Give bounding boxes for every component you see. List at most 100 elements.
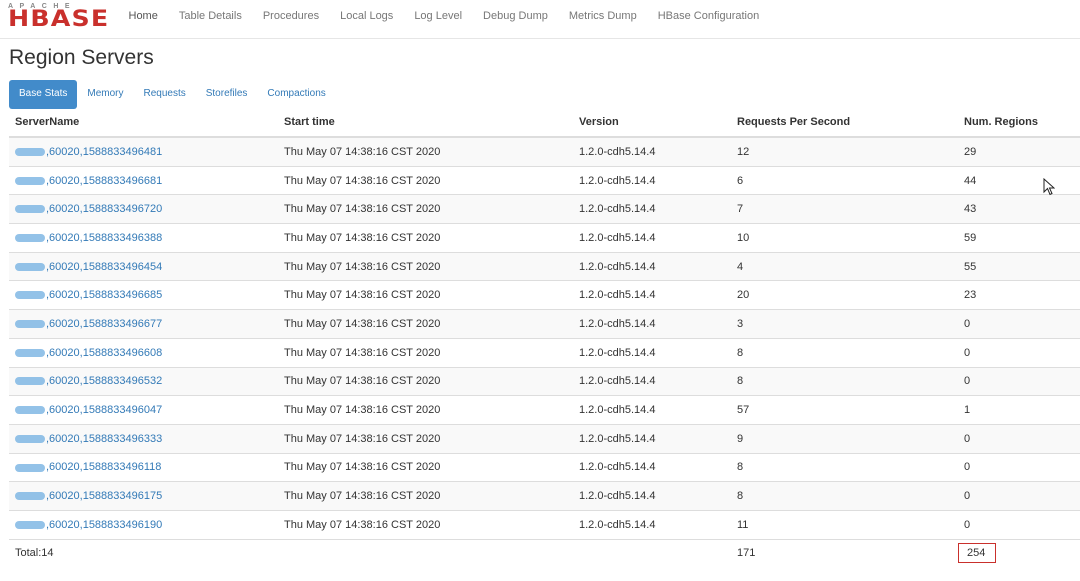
server-name-cell: ,60020,1588833496118: [9, 452, 278, 482]
num-regions-cell: 29: [958, 136, 1080, 167]
server-name-link[interactable]: ,60020,1588833496608: [15, 347, 162, 359]
server-name-cell: ,60020,1588833496608: [9, 337, 278, 367]
redacted-host-mask: [15, 377, 45, 386]
redacted-host-mask: [15, 434, 45, 443]
start-time-cell: Thu May 07 14:38:16 CST 2020: [278, 280, 573, 310]
server-name-cell: ,60020,1588833496388: [9, 223, 278, 253]
server-name-link[interactable]: ,60020,1588833496720: [15, 203, 162, 215]
hbase-logo[interactable]: APACHE HBASE: [8, 3, 108, 33]
header-num-regions[interactable]: Num. Regions: [958, 108, 1080, 138]
requests-per-second-cell: 7: [731, 194, 958, 224]
start-time-cell: Thu May 07 14:38:16 CST 2020: [278, 395, 573, 425]
server-name-text: ,60020,1588833496388: [46, 231, 163, 244]
table-row: ,60020,1588833496608 Thu May 07 14:38:16 …: [9, 337, 1080, 367]
total-empty-start: [278, 538, 573, 568]
server-name-link[interactable]: ,60020,1588833496190: [15, 519, 162, 531]
server-name-link[interactable]: ,60020,1588833496047: [15, 404, 162, 416]
requests-per-second-cell: 8: [731, 337, 958, 367]
version-cell: 1.2.0-cdh5.14.4: [573, 337, 731, 367]
table-row: ,60020,1588833496190 Thu May 07 14:38:16 …: [9, 509, 1080, 540]
nav-table-details[interactable]: Table Details: [168, 0, 252, 38]
requests-per-second-cell: 8: [731, 481, 958, 511]
nav-log-level[interactable]: Log Level: [404, 0, 473, 38]
tab-requests[interactable]: Requests: [133, 80, 195, 109]
server-name-link[interactable]: ,60020,1588833496388: [15, 232, 162, 244]
nav-hbase-configuration[interactable]: HBase Configuration: [647, 0, 770, 38]
table-row: ,60020,1588833496681 Thu May 07 14:38:16 …: [9, 165, 1080, 195]
redacted-host-mask: [15, 406, 45, 415]
requests-per-second-cell: 9: [731, 423, 958, 454]
nav-home[interactable]: Home: [118, 0, 168, 38]
server-name-cell: ,60020,1588833496685: [9, 280, 278, 310]
version-cell: 1.2.0-cdh5.14.4: [573, 251, 731, 281]
mouse-cursor-icon: [1043, 178, 1055, 196]
nav-metrics-dump[interactable]: Metrics Dump: [558, 0, 647, 38]
server-name-link[interactable]: ,60020,1588833496481: [15, 146, 162, 158]
table-row: ,60020,1588833496333 Thu May 07 14:38:16 …: [9, 423, 1080, 454]
requests-per-second-cell: 8: [731, 452, 958, 482]
header-version[interactable]: Version: [573, 108, 731, 138]
tab-storefiles[interactable]: Storefiles: [196, 80, 258, 109]
server-name-link[interactable]: ,60020,1588833496685: [15, 289, 162, 301]
header-start-time[interactable]: Start time: [278, 108, 573, 138]
version-cell: 1.2.0-cdh5.14.4: [573, 280, 731, 310]
redacted-host-mask: [15, 205, 45, 214]
requests-per-second-cell: 11: [731, 509, 958, 540]
requests-per-second-cell: 57: [731, 395, 958, 425]
header-requests-per-second[interactable]: Requests Per Second: [731, 108, 958, 138]
requests-per-second-cell: 6: [731, 165, 958, 195]
nav-procedures[interactable]: Procedures: [252, 0, 329, 38]
num-regions-cell: 0: [958, 452, 1080, 482]
table-row: ,60020,1588833496481 Thu May 07 14:38:16 …: [9, 136, 1080, 167]
total-label: Total:14: [9, 538, 278, 568]
total-requests-per-second: 171: [731, 538, 958, 568]
table-row: ,60020,1588833496454 Thu May 07 14:38:16 …: [9, 251, 1080, 281]
server-name-link[interactable]: ,60020,1588833496677: [15, 318, 162, 330]
server-name-link[interactable]: ,60020,1588833496175: [15, 490, 162, 502]
tab-memory[interactable]: Memory: [77, 80, 133, 109]
server-name-link[interactable]: ,60020,1588833496118: [15, 461, 161, 473]
server-name-text: ,60020,1588833496190: [46, 518, 163, 531]
server-name-link[interactable]: ,60020,1588833496454: [15, 261, 162, 273]
header-server-name[interactable]: ServerName: [9, 108, 278, 138]
server-name-link[interactable]: ,60020,1588833496681: [15, 175, 162, 187]
version-cell: 1.2.0-cdh5.14.4: [573, 395, 731, 425]
page-title: Region Servers: [9, 46, 154, 69]
num-regions-cell: 43: [958, 194, 1080, 224]
tab-base-stats[interactable]: Base Stats: [9, 80, 78, 109]
redacted-host-mask: [15, 234, 45, 242]
server-name-text: ,60020,1588833496681: [46, 174, 163, 187]
region-server-tabs: Base Stats Memory Requests Storefiles Co…: [9, 80, 336, 109]
version-cell: 1.2.0-cdh5.14.4: [573, 423, 731, 454]
requests-per-second-cell: 3: [731, 309, 958, 339]
redacted-host-mask: [15, 291, 45, 300]
server-name-text: ,60020,1588833496454: [46, 260, 163, 273]
start-time-cell: Thu May 07 14:38:16 CST 2020: [278, 136, 573, 167]
server-name-text: ,60020,1588833496481: [46, 145, 163, 158]
version-cell: 1.2.0-cdh5.14.4: [573, 452, 731, 482]
redacted-host-mask: [15, 176, 45, 185]
start-time-cell: Thu May 07 14:38:16 CST 2020: [278, 366, 573, 396]
version-cell: 1.2.0-cdh5.14.4: [573, 223, 731, 253]
table-row: ,60020,1588833496720 Thu May 07 14:38:16 …: [9, 194, 1080, 224]
server-name-link[interactable]: ,60020,1588833496333: [15, 433, 162, 445]
nav-local-logs[interactable]: Local Logs: [330, 0, 404, 38]
logo-big-text: HBASE: [8, 7, 110, 32]
redacted-host-mask: [15, 492, 45, 501]
server-name-cell: ,60020,1588833496681: [9, 165, 278, 195]
top-navbar: APACHE HBASE Home Table Details Procedur…: [0, 0, 1080, 39]
table-row: ,60020,1588833496388 Thu May 07 14:38:16 …: [9, 223, 1080, 253]
table-row: ,60020,1588833496677 Thu May 07 14:38:16 …: [9, 309, 1080, 339]
region-servers-table: ServerName Start time Version Requests P…: [9, 108, 1080, 568]
server-name-link[interactable]: ,60020,1588833496532: [15, 375, 162, 387]
tab-compactions[interactable]: Compactions: [257, 80, 335, 109]
version-cell: 1.2.0-cdh5.14.4: [573, 194, 731, 224]
server-name-cell: ,60020,1588833496175: [9, 481, 278, 511]
num-regions-cell: 23: [958, 280, 1080, 310]
table-row: ,60020,1588833496532 Thu May 07 14:38:16 …: [9, 366, 1080, 396]
redacted-host-mask: [15, 320, 45, 329]
version-cell: 1.2.0-cdh5.14.4: [573, 136, 731, 167]
num-regions-cell: 0: [958, 423, 1080, 454]
nav-debug-dump[interactable]: Debug Dump: [473, 0, 559, 38]
requests-per-second-cell: 12: [731, 136, 958, 167]
